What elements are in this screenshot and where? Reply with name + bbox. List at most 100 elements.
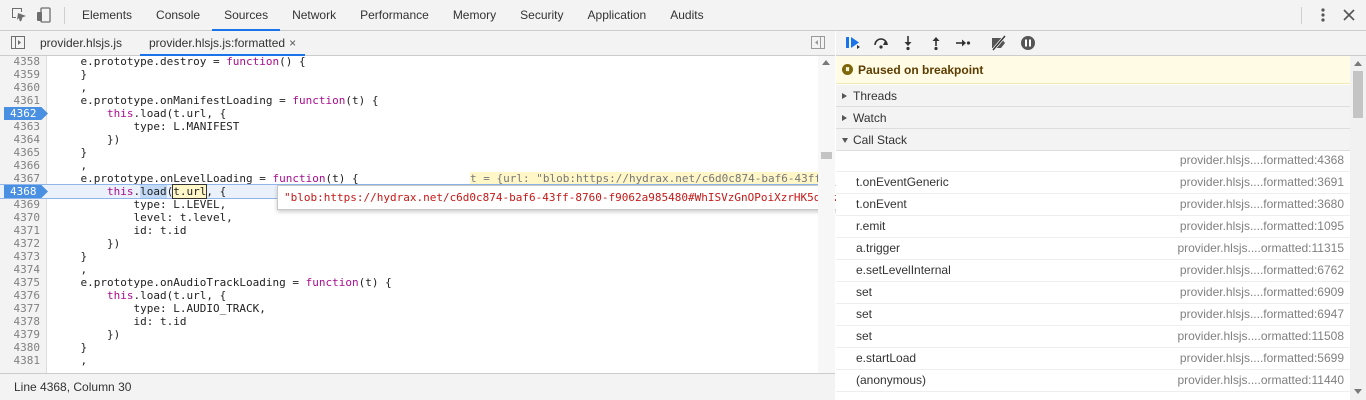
scroll-down-arrow-icon[interactable] [1354,389,1362,394]
scroll-up-arrow-icon[interactable] [822,60,830,65]
line-number[interactable]: 4365 [0,146,42,159]
line-number[interactable]: 4376 [0,289,42,302]
deactivate-breakpoints-icon[interactable] [989,34,1009,52]
code-line[interactable]: 4365 } [0,146,818,159]
debugger-toggle-icon[interactable] [811,36,825,49]
code-line[interactable]: 4377 type: L.AUDIO_TRACK, [0,302,818,315]
call-frame[interactable]: set provider.hlsjs....formatted:6909 [836,282,1350,304]
sidebar-scrollbar[interactable] [1350,56,1366,400]
resume-icon[interactable] [843,34,863,52]
code-line[interactable]: 4380 } [0,341,818,354]
code-line[interactable]: 4370 level: t.level, [0,211,818,224]
step-icon[interactable] [953,34,973,52]
close-icon[interactable] [1340,6,1358,24]
step-out-icon[interactable] [926,34,946,52]
line-number[interactable]: 4359 [0,68,42,81]
line-number[interactable]: 4375 [0,276,42,289]
line-number[interactable]: 4379 [0,328,42,341]
call-frame[interactable]: t.onEventGeneric provider.hlsjs....format… [836,172,1350,194]
call-frame-location[interactable]: provider.hlsjs....ormatted:11440 [1177,370,1344,391]
line-number[interactable]: 4373 [0,250,42,263]
call-frame[interactable]: set provider.hlsjs....ormatted:11508 [836,326,1350,348]
breakpoint-marker[interactable]: 4368 [4,185,48,198]
line-number[interactable]: 4378 [0,315,42,328]
code-viewer[interactable]: 4358 e.prototype.destroy = function() {4… [0,56,818,388]
tab-memory[interactable]: Memory [441,0,508,31]
call-frame[interactable]: e.startLoad provider.hlsjs....formatted:5… [836,348,1350,370]
navigator-toggle-icon[interactable] [11,36,25,49]
line-number[interactable]: 4363 [0,120,42,133]
line-number[interactable]: 4369 [0,198,42,211]
tab-elements[interactable]: Elements [70,0,144,31]
step-into-icon[interactable] [898,34,918,52]
scroll-up-arrow-icon[interactable] [1354,61,1362,66]
call-frame-location[interactable]: provider.hlsjs....formatted:6909 [1180,282,1344,303]
more-options-icon[interactable] [1314,6,1332,24]
code-line[interactable]: 4371 id: t.id [0,224,818,237]
line-number[interactable]: 4377 [0,302,42,315]
section-threads[interactable]: Threads [836,85,1350,107]
code-line[interactable]: 4359 } [0,68,818,81]
code-line[interactable]: 4374 , [0,263,818,276]
code-line[interactable]: 4362 this.load(t.url, { [0,107,818,120]
line-number[interactable]: 4374 [0,263,42,276]
line-number[interactable]: 4370 [0,211,42,224]
call-frame-location[interactable]: provider.hlsjs....ormatted:11508 [1177,326,1344,347]
call-frame[interactable]: provider.hlsjs....formatted:4368 [836,150,1350,172]
code-line[interactable]: 4375 e.prototype.onAudioTrackLoading = f… [0,276,818,289]
editor-vertical-scrollbar[interactable] [818,56,835,388]
tab-sources[interactable]: Sources [212,0,281,31]
call-frame[interactable]: set provider.hlsjs....formatted:6947 [836,304,1350,326]
file-tab-provider-hlsjs-formatted[interactable]: provider.hlsjs.js:formatted × [140,31,306,56]
section-watch[interactable]: Watch [836,107,1350,129]
code-line[interactable]: 4363 type: L.MANIFEST [0,120,818,133]
tab-console[interactable]: Console [144,0,212,31]
code-line[interactable]: 4360 , [0,81,818,94]
line-number[interactable]: 4358 [0,56,42,68]
line-number[interactable]: 4381 [0,354,42,367]
call-frame[interactable]: a.trigger provider.hlsjs....ormatted:1131… [836,238,1350,260]
call-frame-location[interactable]: provider.hlsjs....formatted:5699 [1180,348,1344,369]
call-frame-location[interactable]: provider.hlsjs....formatted:1095 [1180,216,1344,237]
code-line[interactable]: 4376 this.load(t.url, { [0,289,818,302]
code-line[interactable]: 4379 }) [0,328,818,341]
code-line[interactable]: 4373 } [0,250,818,263]
tab-application[interactable]: Application [576,0,659,31]
line-number[interactable]: 4372 [0,237,42,250]
call-frame-location[interactable]: provider.hlsjs....formatted:4368 [1180,150,1344,171]
line-number[interactable]: 4366 [0,159,42,172]
tab-audits[interactable]: Audits [658,0,715,31]
scroll-thumb[interactable] [821,152,832,159]
call-frame[interactable]: r.emit provider.hlsjs....formatted:1095 [836,216,1350,238]
device-toolbar-icon[interactable] [35,6,53,24]
code-line[interactable]: 4361 e.prototype.onManifestLoading = fun… [0,94,818,107]
call-frame-location[interactable]: provider.hlsjs....formatted:3680 [1180,194,1344,215]
file-tab-provider-hlsjs[interactable]: provider.hlsjs.js [40,31,122,56]
code-line[interactable]: 4366 , [0,159,818,172]
tab-network[interactable]: Network [280,0,348,31]
section-call-stack[interactable]: Call Stack [836,129,1350,151]
call-frame-location[interactable]: provider.hlsjs....formatted:3691 [1180,172,1344,193]
step-over-icon[interactable] [871,34,891,52]
line-number[interactable]: 4380 [0,341,42,354]
close-tab-icon[interactable]: × [289,36,296,50]
code-line[interactable]: 4364 }) [0,133,818,146]
line-number[interactable]: 4364 [0,133,42,146]
inspect-element-icon[interactable] [10,6,28,24]
tab-performance[interactable]: Performance [348,0,441,31]
pause-on-exceptions-icon[interactable] [1018,34,1038,52]
code-line[interactable]: 4378 id: t.id [0,315,818,328]
call-frame[interactable]: t.onEvent provider.hlsjs....formatted:368… [836,194,1350,216]
tab-security[interactable]: Security [508,0,575,31]
call-frame[interactable]: (anonymous) provider.hlsjs....ormatted:11… [836,370,1350,392]
call-frame-location[interactable]: provider.hlsjs....formatted:6947 [1180,304,1344,325]
breakpoint-marker[interactable]: 4362 [4,107,48,120]
scroll-thumb[interactable] [1353,71,1363,118]
code-line[interactable]: 4372 }) [0,237,818,250]
line-number[interactable]: 4361 [0,94,42,107]
line-number[interactable]: 4371 [0,224,42,237]
line-number[interactable]: 4360 [0,81,42,94]
call-frame-location[interactable]: provider.hlsjs....formatted:6762 [1180,260,1344,281]
code-line[interactable]: 4358 e.prototype.destroy = function() { [0,56,818,68]
code-line[interactable]: 4381 , [0,354,818,367]
